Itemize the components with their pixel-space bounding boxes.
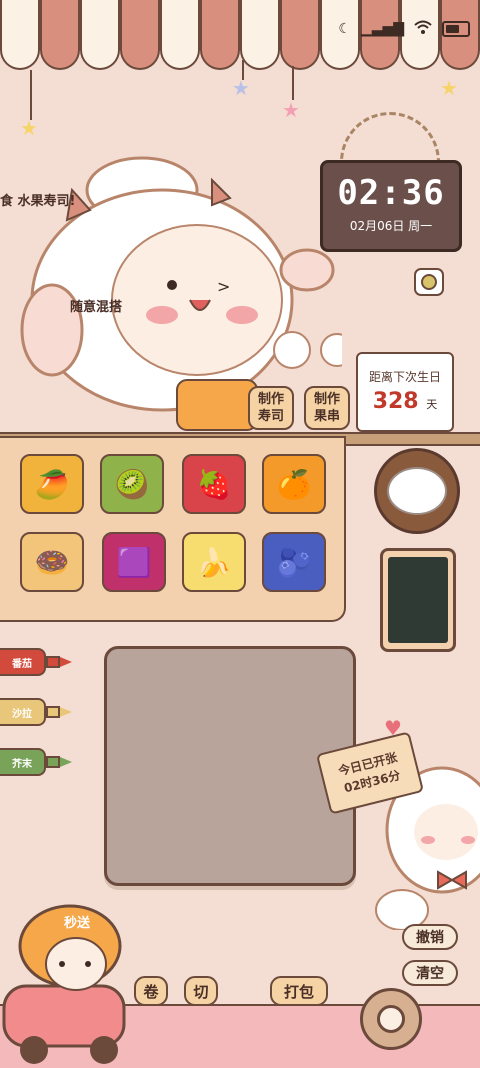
- fruit-tray-orange[interactable]: 🍊: [262, 454, 326, 514]
- moon-icon: ☾: [338, 21, 351, 37]
- star-icon: ★: [232, 76, 250, 100]
- star-icon: ★: [20, 116, 38, 140]
- undo-button[interactable]: 撤销: [402, 924, 458, 950]
- make-skewer-label-1: 制作: [313, 392, 340, 407]
- fruit-tray-kiwi[interactable]: 🥝: [100, 454, 164, 514]
- make-skewer-button[interactable]: 制作 果串: [304, 386, 350, 430]
- mix-match-label: 随意混搭: [70, 300, 123, 315]
- make-skewer-label-2: 果串: [313, 409, 340, 424]
- express-badge: 秒送: [64, 916, 91, 931]
- star-icon: ★: [282, 98, 300, 122]
- mango-icon: 🥭: [34, 467, 70, 501]
- fruit-tray-banana[interactable]: 🍌: [182, 532, 246, 592]
- sauce-salad[interactable]: 沙拉: [0, 698, 76, 726]
- clear-button[interactable]: 清空: [402, 960, 458, 986]
- fruit-tray-mango[interactable]: 🥭: [20, 454, 84, 514]
- birthday-countdown[interactable]: 距离下次生日 328 天: [356, 352, 454, 432]
- make-sushi-label-2: 寿司: [257, 409, 284, 424]
- fruit-board: 🥭 🥝 🍓 🍊 🍩 🟪 🍌 🫐: [0, 436, 346, 622]
- wifi-icon: [414, 20, 432, 38]
- sauce-salad-label: 沙拉: [0, 698, 46, 726]
- battery-icon: [442, 21, 470, 37]
- star-icon: ★: [440, 76, 458, 100]
- kiwi-icon: 🥝: [114, 467, 150, 501]
- blueberry-icon: 🫐: [276, 545, 312, 579]
- clock-date: 02月06日 周一: [349, 219, 433, 233]
- sauce-ketchup-label: 番茄: [0, 648, 46, 676]
- sauce-wasabi-label: 芥末: [0, 748, 46, 776]
- rice-bowl[interactable]: [374, 448, 460, 534]
- fruit-tray-strawberry[interactable]: 🍓: [182, 454, 246, 514]
- orange-icon: 🍊: [276, 467, 312, 501]
- fruit-tray-cereal[interactable]: 🍩: [20, 532, 84, 592]
- banana-icon: 🍌: [196, 545, 232, 579]
- countdown-value: 328: [372, 389, 419, 414]
- cut-button[interactable]: 切: [184, 976, 218, 1006]
- make-sushi-button[interactable]: 制作 寿司: [248, 386, 294, 430]
- make-sushi-label-1: 制作: [257, 392, 284, 407]
- sauce-ketchup[interactable]: 番茄: [0, 648, 76, 676]
- countdown-unit: 天: [426, 398, 438, 411]
- strawberry-icon: 🍓: [196, 467, 232, 501]
- nori-sheet[interactable]: [380, 548, 456, 652]
- clock-hanger: [340, 112, 440, 164]
- signal-icon: ▁▃▅▇: [360, 21, 404, 37]
- dragon-fruit-icon: 🟪: [116, 545, 152, 579]
- camera-icon[interactable]: [414, 268, 444, 296]
- countdown-title: 距离下次生日: [368, 370, 441, 384]
- donut-wheel: [360, 988, 422, 1050]
- fruit-tray-blueberry[interactable]: 🫐: [262, 532, 326, 592]
- cereal-rings-icon: 🍩: [34, 545, 70, 579]
- svg-text:>: >: [217, 277, 230, 296]
- clock-time: 02:36: [337, 173, 445, 213]
- status-bar: ☾ ▁▃▅▇: [338, 20, 470, 38]
- pack-button[interactable]: 打包: [270, 976, 328, 1006]
- marquee-text: 食 水果寿司!: [0, 194, 76, 209]
- fruit-tray-dragon-fruit[interactable]: 🟪: [102, 532, 166, 592]
- sauce-wasabi[interactable]: 芥末: [0, 748, 76, 776]
